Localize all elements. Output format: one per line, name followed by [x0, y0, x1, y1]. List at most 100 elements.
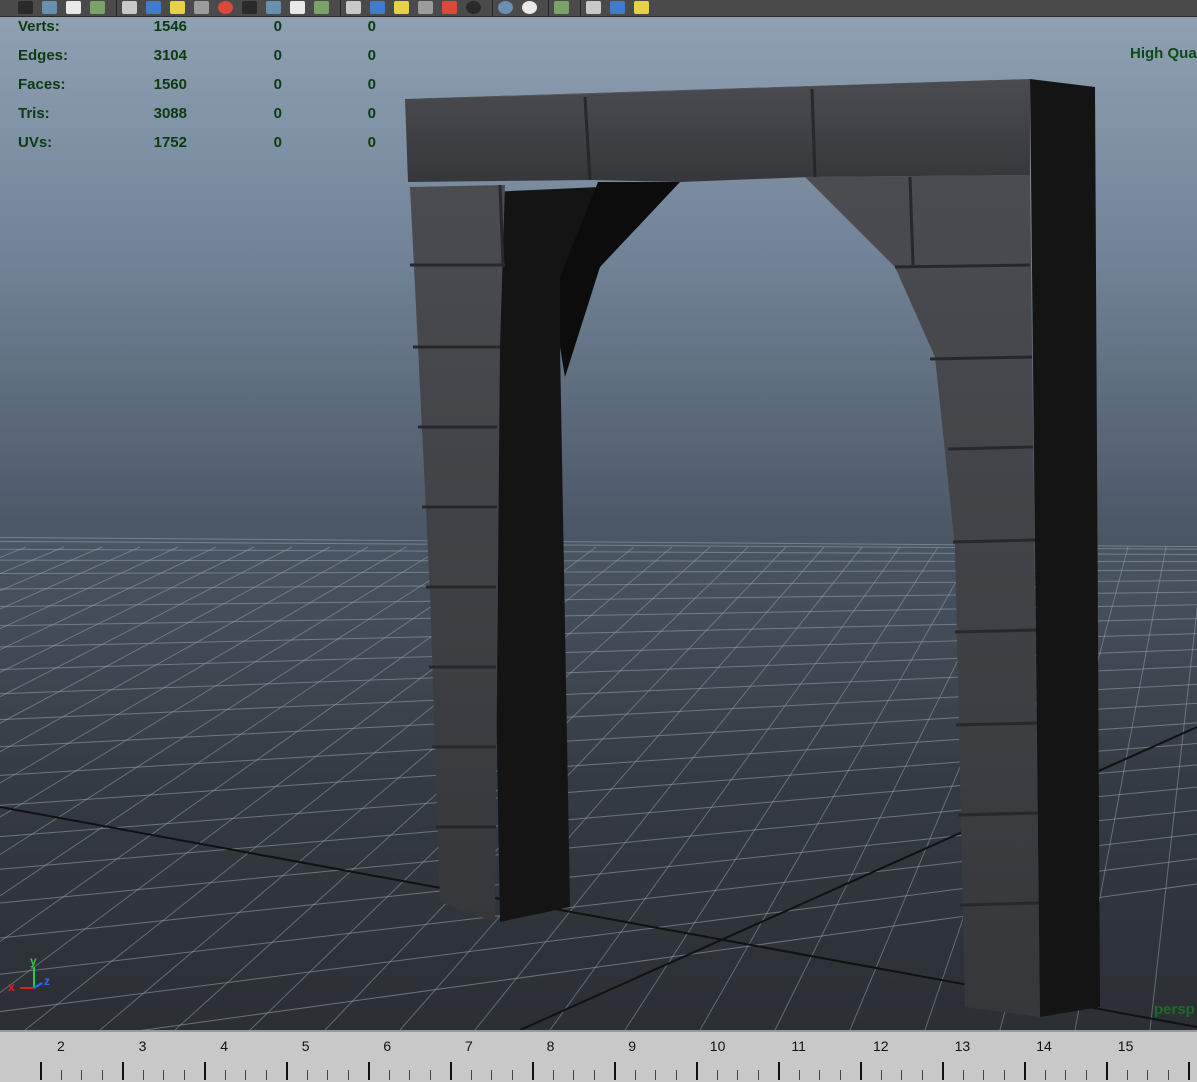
timeline-minor-tick [81, 1070, 82, 1080]
hud-row: Verts: 1546 0 0 [0, 18, 400, 38]
timeline-tick [532, 1062, 534, 1080]
render-quality-label: High Qua [1130, 45, 1197, 62]
timeline-minor-tick [757, 1070, 759, 1080]
grid-icon[interactable] [194, 1, 209, 14]
timeline-minor-tick [60, 1070, 62, 1080]
stone-arch-model[interactable] [405, 79, 1100, 1017]
timeline-frame-label: 4 [220, 1038, 228, 1054]
timeline-minor-tick [716, 1070, 718, 1080]
timeline-minor-tick [142, 1070, 144, 1080]
cursor-icon[interactable] [554, 1, 569, 14]
timeline-tick [368, 1062, 370, 1080]
timeline-minor-tick [245, 1070, 246, 1080]
cube-icon[interactable] [370, 1, 385, 14]
toolbar-separator [340, 0, 341, 16]
sphere-dark-icon[interactable] [522, 1, 537, 14]
timeline-minor-tick [593, 1070, 595, 1080]
wireframe-icon[interactable] [146, 1, 161, 14]
snap-icon[interactable] [634, 1, 649, 14]
hud-row: UVs: 1752 0 0 [0, 134, 400, 154]
timeline-frame-label: 5 [301, 1038, 310, 1054]
3d-viewport[interactable]: Verts: 1546 0 0 Edges: 3104 0 0 Faces: 1560 0 0 Tris… [0, 17, 1197, 1030]
left-pillar-front [410, 185, 505, 922]
timeline-tick [40, 1062, 42, 1080]
isolate-icon[interactable] [314, 1, 329, 14]
timeline-frame-label: 2 [57, 1038, 65, 1054]
timeline-minor-tick [880, 1070, 882, 1080]
timeline-minor-tick [1167, 1070, 1169, 1080]
hud-label: UVs: [18, 134, 53, 151]
timeline-tick [204, 1062, 206, 1080]
layers-icon[interactable] [90, 1, 105, 14]
joint-icon[interactable] [290, 1, 305, 14]
camera-name-label: persp [1154, 1001, 1195, 1018]
timeline-minor-tick [101, 1070, 103, 1080]
hud-value: 0 [273, 18, 282, 35]
timeline-tick [778, 1062, 780, 1080]
toolbar-separator [548, 0, 549, 16]
toolbar-separator [492, 0, 493, 16]
hud-row: Faces: 1560 0 0 [0, 76, 400, 96]
timeline-minor-tick [634, 1070, 636, 1080]
timeline-minor-tick [983, 1070, 984, 1080]
cube-select-icon[interactable] [418, 1, 433, 14]
timeline-minor-tick [1126, 1070, 1128, 1080]
cube-blue-icon[interactable] [394, 1, 409, 14]
texture-icon[interactable] [346, 1, 361, 14]
hud-value: 0 [367, 18, 376, 35]
timeline-minor-tick [1147, 1070, 1148, 1080]
light-bulb-icon[interactable] [466, 1, 481, 14]
timeline-minor-tick [1065, 1070, 1066, 1080]
hypershade-icon[interactable] [442, 1, 457, 14]
timeline-tick [696, 1062, 698, 1080]
timeline-tick [122, 1062, 124, 1080]
camera-icon[interactable] [18, 1, 33, 14]
timeline-minor-tick [655, 1070, 656, 1080]
hud-value: 0 [367, 76, 376, 93]
timeline-minor-tick [224, 1070, 226, 1080]
camera-view-icon[interactable] [586, 1, 601, 14]
timeline-tick [450, 1062, 452, 1080]
timeline-minor-tick [163, 1070, 164, 1080]
hud-row: Tris: 3088 0 0 [0, 105, 400, 125]
timeline-frame-label: 3 [138, 1038, 147, 1054]
timeline-minor-tick [306, 1070, 308, 1080]
timeline-minor-tick [675, 1070, 677, 1080]
hud-row: Edges: 3104 0 0 [0, 47, 400, 67]
paint-icon[interactable] [122, 1, 137, 14]
sphere-gray-icon[interactable] [498, 1, 513, 14]
copy-icon[interactable] [610, 1, 625, 14]
hud-value: 1752 [153, 134, 187, 151]
timeline-minor-tick [573, 1070, 574, 1080]
timeline-frame-label: 6 [383, 1038, 392, 1054]
light-icon[interactable] [242, 1, 257, 14]
toolbar-separator [116, 0, 117, 16]
timeline-minor-tick [962, 1070, 964, 1080]
timeline-minor-tick [491, 1070, 492, 1080]
hud-value: 3104 [153, 47, 187, 64]
timeline-tick [1024, 1062, 1026, 1080]
axis-y-label: y [30, 954, 37, 968]
hud-value: 0 [273, 134, 282, 151]
timeline-tick [860, 1062, 862, 1080]
hud-value: 1560 [153, 76, 187, 93]
timeline-frame-label: 9 [628, 1038, 636, 1054]
hud-value: 0 [273, 105, 282, 122]
viewport-toolbar [0, 0, 1197, 17]
timeline-minor-tick [1085, 1070, 1087, 1080]
render-icon[interactable] [66, 1, 81, 14]
hud-value: 1546 [153, 18, 187, 35]
time-slider[interactable]: 2 3 4 5 6 7 8 9 10 11 12 13 14 15 [0, 1030, 1197, 1082]
timeline-tick [614, 1062, 616, 1080]
toolbar-separator [580, 0, 581, 16]
hud-label: Tris: [18, 105, 50, 122]
hud-value: 0 [273, 47, 282, 64]
shaded-icon[interactable] [170, 1, 185, 14]
xray-icon[interactable] [266, 1, 281, 14]
timeline-minor-tick [921, 1070, 923, 1080]
timeline-minor-tick [552, 1070, 554, 1080]
sphere-icon[interactable] [218, 1, 233, 14]
timeline-minor-tick [409, 1070, 410, 1080]
timeline-minor-tick [1003, 1070, 1005, 1080]
script-icon[interactable] [42, 1, 57, 14]
